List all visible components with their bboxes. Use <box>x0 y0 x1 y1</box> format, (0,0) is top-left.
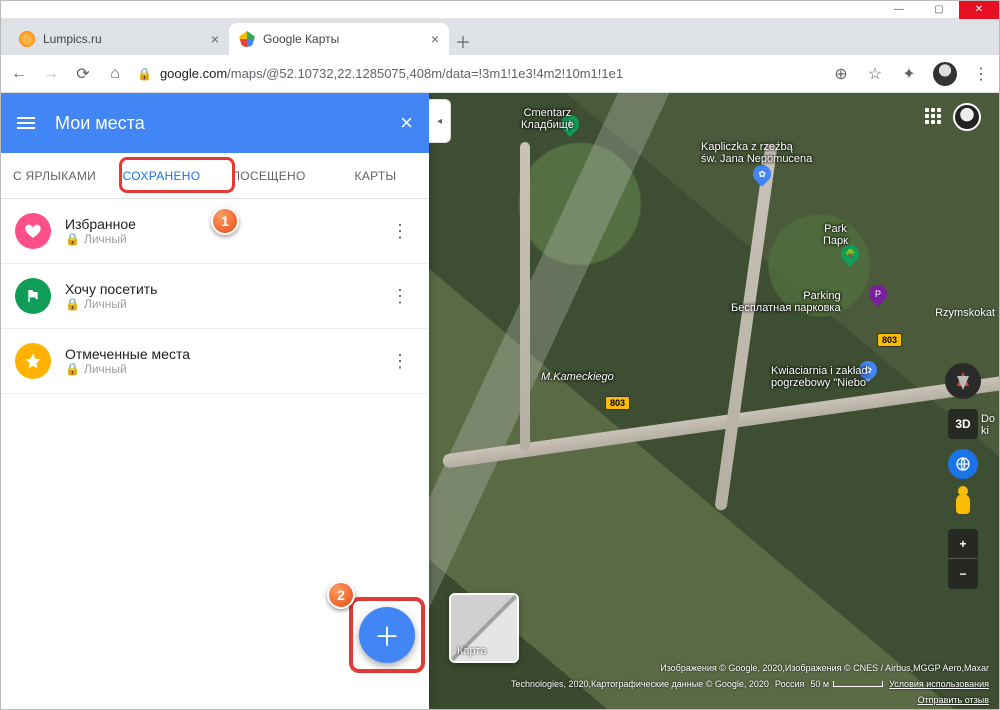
list-more-button[interactable]: ⋮ <box>385 215 415 248</box>
list-item[interactable]: Отмеченные места 🔒 Личный ⋮ <box>1 329 429 394</box>
panel-tabs: С ЯРЛЫКАМИ СОХРАНЕНО ПОСЕЩЕНО КАРТЫ <box>1 153 429 199</box>
url-path: /maps/@52.10732,22.1285075,408m/data=!3m… <box>227 66 623 81</box>
google-apps-icon[interactable] <box>925 108 943 126</box>
list-name: Отмеченные места <box>65 346 371 362</box>
feedback-link[interactable]: Отправить отзыв <box>918 695 989 705</box>
nav-back-button[interactable]: ← <box>9 64 29 84</box>
install-app-icon[interactable]: ⊕ <box>831 64 851 84</box>
browser-window: — ▢ ✕ Lumpics.ru × Google Карты × ＋ ← → … <box>0 0 1000 710</box>
tab-close-icon[interactable]: × <box>431 31 439 47</box>
map-pin-parking[interactable]: P <box>865 281 890 306</box>
lock-icon: 🔒 <box>65 362 80 376</box>
map-road-badge: 803 <box>605 396 630 410</box>
nav-reload-button[interactable]: ⟳ <box>73 64 93 84</box>
nav-home-button[interactable]: ⌂ <box>105 64 125 84</box>
heart-icon <box>15 213 51 249</box>
toolbar-right: ⊕ ☆ ✦ ⋮ <box>831 62 991 86</box>
address-bar[interactable]: 🔒 google.com/maps/@52.10732,22.1285075,4… <box>137 66 819 81</box>
list-more-button[interactable]: ⋮ <box>385 345 415 378</box>
map-type-label: Карта <box>457 645 486 657</box>
browser-tabstrip: Lumpics.ru × Google Карты × ＋ <box>1 19 999 55</box>
extensions-icon[interactable]: ✦ <box>899 64 919 84</box>
new-tab-button[interactable]: ＋ <box>449 27 477 55</box>
new-list-fab[interactable]: ＋ <box>359 607 415 663</box>
compass-icon[interactable] <box>945 363 981 399</box>
map-label-cemetery: Cmentarz Кладбище <box>521 107 574 131</box>
star-icon <box>15 343 51 379</box>
tab-close-icon[interactable]: × <box>211 31 219 47</box>
zoom-control: + − <box>948 529 978 589</box>
menu-hamburger-icon[interactable] <box>17 117 35 129</box>
globe-view-button[interactable] <box>948 449 978 479</box>
tab-labeled[interactable]: С ЯРЛЫКАМИ <box>1 153 108 198</box>
kebab-menu-icon[interactable]: ⋮ <box>971 64 991 84</box>
nav-forward-button[interactable]: → <box>41 64 61 84</box>
lock-icon: 🔒 <box>137 67 152 81</box>
lock-icon: 🔒 <box>65 232 80 246</box>
map-attribution: Изображения © Google, 2020,Изображения ©… <box>429 659 999 709</box>
bookmark-star-icon[interactable]: ☆ <box>865 64 885 84</box>
map-type-toggle[interactable]: Карта <box>449 593 519 663</box>
map-road <box>520 142 530 450</box>
map-label-parking: Parking Бесплатная парковка <box>731 290 841 314</box>
map-road-badge: 803 <box>877 333 902 347</box>
panel-close-button[interactable]: × <box>400 110 413 136</box>
map-label-florist: Kwiaciarnia i zakład pogrzebowy "Niebo" <box>771 365 870 389</box>
browser-tab-googlemaps[interactable]: Google Карты × <box>229 23 449 55</box>
tab-title: Google Карты <box>263 32 339 46</box>
google-account-avatar[interactable] <box>953 103 981 131</box>
favicon-icon <box>239 31 255 47</box>
annotation-step-marker: 1 <box>211 207 239 235</box>
map-label-truncated: Do ki <box>981 413 995 437</box>
url-host: google.com <box>160 66 227 81</box>
map-road <box>714 143 777 511</box>
panel-collapse-button[interactable]: ◂ <box>429 99 451 143</box>
flag-icon <box>15 278 51 314</box>
attribution-country: Россия <box>775 679 805 689</box>
tilt-3d-button[interactable]: 3D <box>948 409 978 439</box>
list-more-button[interactable]: ⋮ <box>385 280 415 313</box>
pegman-button[interactable] <box>948 489 978 519</box>
tab-maps[interactable]: КАРТЫ <box>322 153 429 198</box>
list-privacy: Личный <box>84 297 127 311</box>
attribution-text: Technologies, 2020,Картографические данн… <box>511 679 769 689</box>
terms-link[interactable]: Условия использования <box>889 679 989 689</box>
list-privacy: Личный <box>84 362 127 376</box>
favicon-icon <box>19 31 35 47</box>
window-titlebar: — ▢ ✕ <box>1 1 999 19</box>
window-maximize-button[interactable]: ▢ <box>919 1 959 19</box>
annotation-step-marker: 2 <box>327 581 355 609</box>
attribution-text: Изображения © Google, 2020,Изображения ©… <box>660 663 989 673</box>
scale-bar-icon <box>833 681 883 687</box>
zoom-in-button[interactable]: + <box>948 529 978 559</box>
map-top-right-controls <box>925 103 981 131</box>
list-privacy: Личный <box>84 232 127 246</box>
map-label-park: Park Парк <box>823 223 848 247</box>
lock-icon: 🔒 <box>65 297 80 311</box>
browser-tab-lumpics[interactable]: Lumpics.ru × <box>9 23 229 55</box>
profile-avatar[interactable] <box>933 62 957 86</box>
list-item[interactable]: Хочу посетить 🔒 Личный ⋮ <box>1 264 429 329</box>
window-close-button[interactable]: ✕ <box>959 1 999 19</box>
window-minimize-button[interactable]: — <box>879 1 919 19</box>
tab-title: Lumpics.ru <box>43 32 102 46</box>
tab-saved[interactable]: СОХРАНЕНО <box>108 153 215 198</box>
panel-header: Мои места × <box>1 93 429 153</box>
map-label-truncated: Rzymskokat <box>935 307 995 319</box>
list-name: Хочу посетить <box>65 281 371 297</box>
zoom-out-button[interactable]: − <box>948 559 978 589</box>
browser-toolbar: ← → ⟳ ⌂ 🔒 google.com/maps/@52.10732,22.1… <box>1 55 999 93</box>
map-scale: 50 м <box>810 679 883 689</box>
scale-label: 50 м <box>810 679 829 689</box>
map-label-chapel: Kapliczka z rzeźbą św. Jana Nepomucena <box>701 141 812 165</box>
map-road-label: M.Kameckiego <box>541 371 614 383</box>
panel-title: Мои места <box>55 113 145 134</box>
tab-visited[interactable]: ПОСЕЩЕНО <box>215 153 322 198</box>
map-side-controls: 3D + − <box>945 363 981 589</box>
app-content: ✝ Cmentarz Кладбище ✿ Kapliczka z rzeźbą… <box>1 93 999 709</box>
